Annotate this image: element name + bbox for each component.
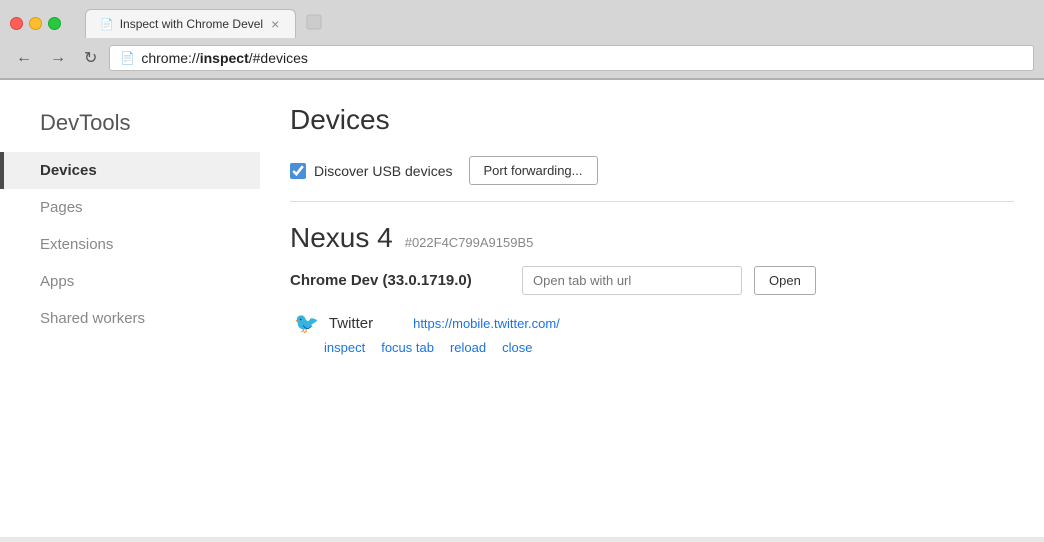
reload-link[interactable]: reload <box>450 340 486 355</box>
sidebar-item-devices[interactable]: Devices <box>0 152 260 189</box>
traffic-lights <box>10 17 61 30</box>
address-text: chrome://inspect/#devices <box>141 50 308 66</box>
tab-url[interactable]: https://mobile.twitter.com/ <box>413 316 560 331</box>
close-link[interactable]: close <box>502 340 532 355</box>
back-button[interactable]: ← <box>10 45 38 71</box>
browser-name: Chrome Dev (33.0.1719.0) <box>290 272 510 289</box>
forward-button[interactable]: → <box>44 45 72 71</box>
device-title-row: Nexus 4 #022F4C799A9159B5 <box>290 222 1014 254</box>
browser-row: Chrome Dev (33.0.1719.0) Open <box>290 266 1014 295</box>
device-name: Nexus 4 <box>290 222 393 254</box>
twitter-icon: 🐦 <box>294 311 319 336</box>
new-tab-button[interactable] <box>300 8 328 36</box>
tab-page-icon: 📄 <box>100 18 114 31</box>
page: DevTools Devices Pages Extensions Apps S… <box>0 80 1044 537</box>
sidebar: DevTools Devices Pages Extensions Apps S… <box>0 80 260 537</box>
nav-bar: ← → ↻ 📄 chrome://inspect/#devices <box>0 38 1044 79</box>
tab-item-header: 🐦 Twitter https://mobile.twitter.com/ <box>294 311 1014 336</box>
inspect-link[interactable]: inspect <box>324 340 365 355</box>
address-bar[interactable]: 📄 chrome://inspect/#devices <box>109 45 1034 71</box>
section-title: Devices <box>290 104 1014 136</box>
tab-title-text: Twitter <box>329 315 373 332</box>
browser-chrome: 📄 Inspect with Chrome Devel × ← → ↻ 📄 ch… <box>0 0 1044 80</box>
title-bar: 📄 Inspect with Chrome Devel × <box>0 0 1044 38</box>
open-tab-url-input[interactable] <box>522 266 742 295</box>
tab-title: Inspect with Chrome Devel <box>120 17 263 31</box>
sidebar-item-pages[interactable]: Pages <box>0 189 260 226</box>
sidebar-item-shared-workers[interactable]: Shared workers <box>0 300 260 337</box>
tab-item: 🐦 Twitter https://mobile.twitter.com/ in… <box>290 311 1014 355</box>
reload-button[interactable]: ↻ <box>78 44 103 72</box>
discover-checkbox-wrapper: Discover USB devices <box>290 163 453 179</box>
discover-row: Discover USB devices Port forwarding... <box>290 156 1014 202</box>
open-tab-button[interactable]: Open <box>754 266 816 295</box>
discover-usb-label: Discover USB devices <box>314 163 453 179</box>
sidebar-item-apps[interactable]: Apps <box>0 263 260 300</box>
active-tab[interactable]: 📄 Inspect with Chrome Devel × <box>85 9 296 38</box>
devtools-title: DevTools <box>0 100 260 152</box>
tab-close-button[interactable]: × <box>269 16 281 32</box>
close-window-button[interactable] <box>10 17 23 30</box>
minimize-window-button[interactable] <box>29 17 42 30</box>
page-icon: 📄 <box>120 51 135 65</box>
focus-tab-link[interactable]: focus tab <box>381 340 434 355</box>
main-content: Devices Discover USB devices Port forwar… <box>260 80 1044 537</box>
port-forwarding-button[interactable]: Port forwarding... <box>469 156 598 185</box>
device-section: Nexus 4 #022F4C799A9159B5 Chrome Dev (33… <box>290 222 1014 355</box>
discover-usb-checkbox[interactable] <box>290 163 306 179</box>
sidebar-item-extensions[interactable]: Extensions <box>0 226 260 263</box>
device-id: #022F4C799A9159B5 <box>405 235 534 250</box>
tab-bar: 📄 Inspect with Chrome Devel × <box>85 8 328 38</box>
tab-actions: inspect focus tab reload close <box>324 340 1014 355</box>
maximize-window-button[interactable] <box>48 17 61 30</box>
